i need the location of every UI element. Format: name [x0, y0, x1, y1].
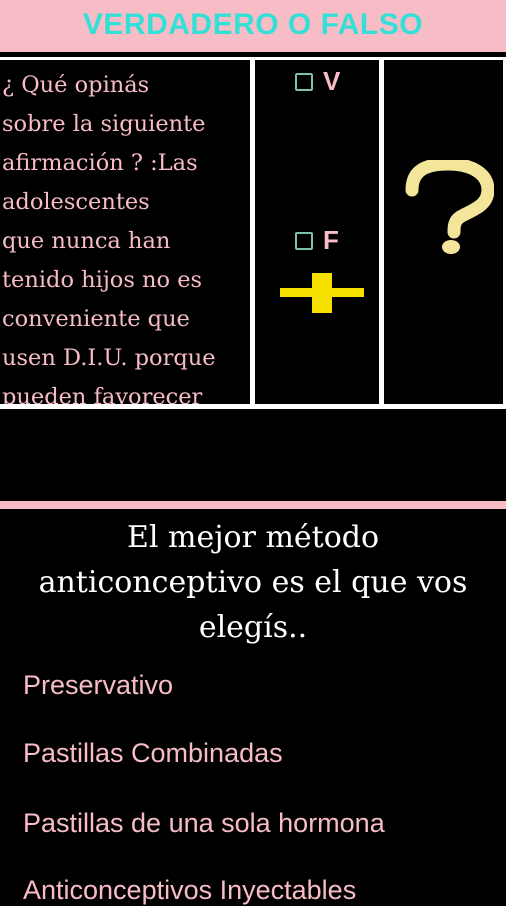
- options-cell: V F: [255, 60, 379, 404]
- question-line: usen D.I.U. porque: [2, 345, 216, 371]
- question-text: ¿ Qué opinás sobre la siguiente afirmaci…: [0, 60, 250, 404]
- question-line: que nunca han: [2, 228, 171, 254]
- tip-line: elegís..: [198, 610, 308, 645]
- quiz-table: ¿ Qué opinás sobre la siguiente afirmaci…: [0, 57, 506, 409]
- question-line: conveniente que: [2, 306, 190, 332]
- method-item-preservativo[interactable]: Preservativo: [23, 670, 173, 701]
- tip-line: anticonceptivo es el que vos: [38, 565, 468, 600]
- checkbox-icon[interactable]: [295, 231, 313, 250]
- question-line: adolescentes: [2, 189, 150, 215]
- checkbox-icon[interactable]: [295, 72, 313, 91]
- method-item-inyectables[interactable]: Anticonceptivos Inyectables: [23, 875, 356, 906]
- tip-line: El mejor método: [126, 520, 380, 555]
- method-item-pastillas-una-hormona[interactable]: Pastillas de una sola hormona: [23, 808, 385, 839]
- help-cell: [384, 60, 503, 404]
- spacer-panel: [0, 409, 506, 501]
- option-false-label: F: [323, 225, 339, 255]
- tip-message: El mejor método anticonceptivo es el que…: [0, 515, 506, 650]
- question-cell: ¿ Qué opinás sobre la siguiente afirmaci…: [0, 60, 250, 404]
- divider: [0, 501, 506, 509]
- option-true-label: V: [323, 66, 341, 96]
- question-mark-icon[interactable]: [402, 160, 494, 256]
- method-item-pastillas-combinadas[interactable]: Pastillas Combinadas: [23, 738, 283, 769]
- question-line: sobre la siguiente: [2, 111, 206, 137]
- question-line: pueden favorecer: [2, 384, 203, 404]
- option-false[interactable]: F: [295, 225, 339, 256]
- question-line: ¿ Qué opinás: [2, 72, 150, 98]
- question-line: tenido hijos no es: [2, 267, 203, 293]
- option-true[interactable]: V: [295, 66, 340, 97]
- header-bar: VERDADERO O FALSO: [0, 0, 506, 52]
- page-title: VERDADERO O FALSO: [82, 8, 424, 41]
- question-line: afirmación ? :Las: [2, 150, 198, 176]
- yellow-cross-icon: [280, 273, 364, 313]
